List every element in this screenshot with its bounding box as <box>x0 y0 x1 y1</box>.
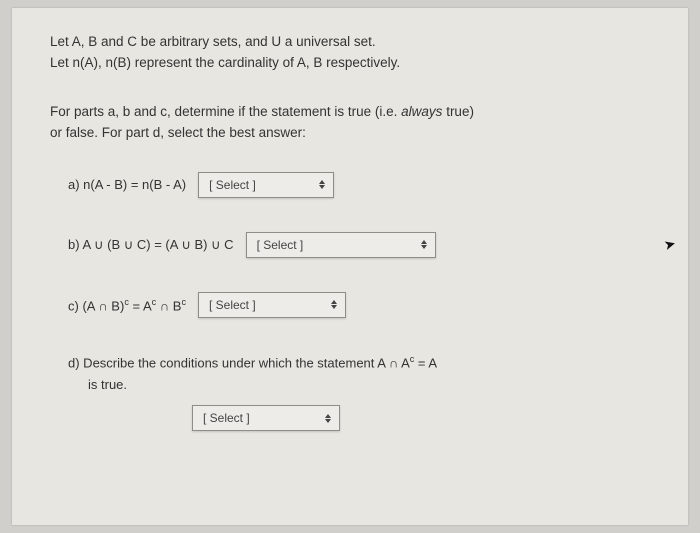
instructions-italic: always <box>401 104 442 119</box>
label-text: d) <box>68 355 80 370</box>
select-b[interactable]: [ Select ] <box>246 232 436 258</box>
part-d: d) Describe the conditions under which t… <box>68 352 650 432</box>
select-placeholder: [ Select ] <box>203 411 315 425</box>
statement-text: A ∪ (B ∪ C) = (A ∪ B) ∪ C <box>80 237 234 252</box>
chevron-updown-icon <box>325 414 331 423</box>
select-placeholder: [ Select ] <box>257 238 411 252</box>
select-c[interactable]: [ Select ] <box>198 292 346 318</box>
chevron-updown-icon <box>319 180 325 189</box>
select-placeholder: [ Select ] <box>209 178 309 192</box>
part-b: b) A ∪ (B ∪ C) = (A ∪ B) ∪ C [ Select ] <box>68 232 650 258</box>
instructions-text: true) <box>442 104 474 119</box>
questions-block: a) n(A - B) = n(B - A) [ Select ] b) A ∪… <box>50 172 650 432</box>
part-a-label: a) n(A - B) = n(B - A) <box>68 177 186 192</box>
instructions-text: For parts a, b and c, determine if the s… <box>50 104 401 119</box>
intro-line-1: Let A, B and C be arbitrary sets, and U … <box>50 32 650 53</box>
instructions-line-2: or false. For part d, select the best an… <box>50 123 650 144</box>
instructions-line-1: For parts a, b and c, determine if the s… <box>50 102 650 123</box>
statement-text: = A <box>129 298 152 313</box>
statement-text: = A <box>414 355 437 370</box>
chevron-updown-icon <box>421 240 427 249</box>
select-a[interactable]: [ Select ] <box>198 172 334 198</box>
question-page: Let A, B and C be arbitrary sets, and U … <box>12 8 688 525</box>
statement-text: (A ∩ B) <box>79 298 124 313</box>
superscript: c <box>181 297 186 307</box>
part-c: c) (A ∩ B)c = Ac ∩ Bc [ Select ] <box>68 292 650 318</box>
statement-text: n(A - B) = n(B - A) <box>80 177 187 192</box>
label-text: c) <box>68 298 79 313</box>
instructions-block: For parts a, b and c, determine if the s… <box>50 102 650 144</box>
part-a: a) n(A - B) = n(B - A) [ Select ] <box>68 172 650 198</box>
statement-text: Describe the conditions under which the … <box>80 355 410 370</box>
cursor-icon: ➤ <box>662 235 678 254</box>
part-d-select-row: [ Select ] <box>68 405 650 431</box>
part-d-text: d) Describe the conditions under which t… <box>68 352 650 396</box>
select-d[interactable]: [ Select ] <box>192 405 340 431</box>
select-placeholder: [ Select ] <box>209 298 321 312</box>
chevron-updown-icon <box>331 300 337 309</box>
label-text: a) <box>68 177 80 192</box>
statement-text: ∩ B <box>156 298 181 313</box>
part-b-label: b) A ∪ (B ∪ C) = (A ∪ B) ∪ C <box>68 237 234 253</box>
label-text: b) <box>68 237 80 252</box>
statement-text-line2: is true. <box>68 375 650 395</box>
intro-block: Let A, B and C be arbitrary sets, and U … <box>50 32 650 74</box>
intro-line-2: Let n(A), n(B) represent the cardinality… <box>50 53 650 74</box>
part-c-label: c) (A ∩ B)c = Ac ∩ Bc <box>68 297 186 313</box>
